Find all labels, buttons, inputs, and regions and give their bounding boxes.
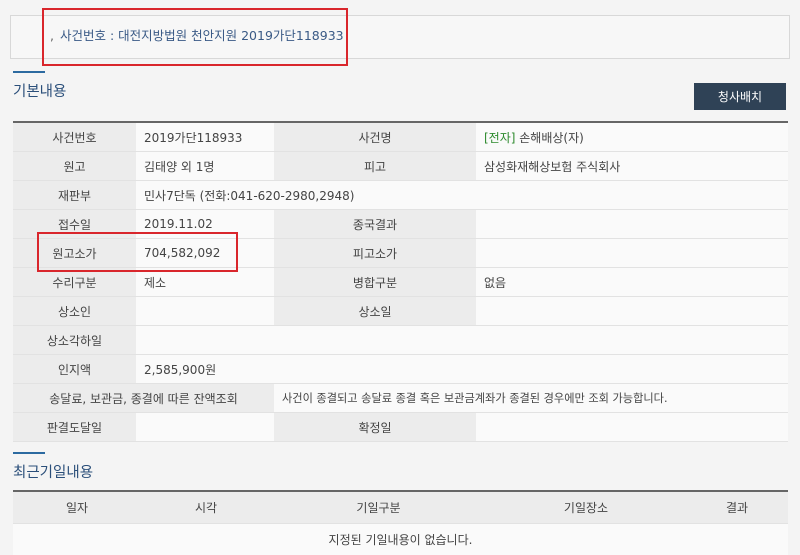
recent-schedule-table: 일자 시각 기일구분 기일장소 결과 지정된 기일내용이 없습니다.	[13, 490, 788, 555]
section-rule	[13, 452, 45, 454]
label-appeal-date: 상소일	[274, 297, 476, 326]
table-row: 사건번호 2019가단118933 사건명 [전자] 손해배상(자)	[13, 122, 788, 152]
table-row: 인지액 2,585,900원	[13, 355, 788, 384]
value-defendant: 삼성화재해상보험 주식회사	[476, 152, 788, 181]
col-time: 시각	[141, 491, 271, 524]
basic-section-title: 기본내용	[13, 80, 66, 101]
label-case-number: 사건번호	[13, 122, 136, 152]
label-final-result: 종국결과	[274, 210, 476, 239]
value-merge-type: 없음	[476, 268, 788, 297]
value-stamp-fee: 2,585,900원	[136, 355, 788, 384]
value-appellant	[136, 297, 274, 326]
value-final-result	[476, 210, 788, 239]
label-balance-inquiry: 송달료, 보관금, 종결에 따른 잔액조회	[13, 384, 274, 413]
label-appellant: 상소인	[13, 297, 136, 326]
label-appeal-dismissal-date: 상소각하일	[13, 326, 136, 355]
empty-message: 지정된 기일내용이 없습니다.	[13, 524, 788, 555]
table-row: 상소각하일	[13, 326, 788, 355]
value-defendant-claim-value	[476, 239, 788, 268]
highlight-box	[37, 232, 238, 272]
value-judgment-delivery-date	[136, 413, 274, 442]
electronic-tag: [전자]	[484, 131, 515, 145]
col-result: 결과	[686, 491, 788, 524]
value-appeal-date	[476, 297, 788, 326]
value-plaintiff: 김태양 외 1명	[136, 152, 274, 181]
court-layout-button[interactable]: 청사배치	[694, 83, 786, 110]
value-balance-inquiry: 사건이 종결되고 송달료 종결 혹은 보관금계좌가 종결된 경우에만 조회 가능…	[274, 384, 788, 413]
basic-info-table: 사건번호 2019가단118933 사건명 [전자] 손해배상(자) 원고 김태…	[13, 121, 788, 442]
recent-section-title: 최근기일내용	[13, 461, 93, 482]
section-rule	[13, 71, 45, 73]
label-stamp-fee: 인지액	[13, 355, 136, 384]
label-court-division: 재판부	[13, 181, 136, 210]
col-date: 일자	[13, 491, 141, 524]
table-row: 상소인 상소일	[13, 297, 788, 326]
value-court-division: 민사7단독 (전화:041-620-2980,2948)	[136, 181, 788, 210]
label-finalization-date: 확정일	[274, 413, 476, 442]
value-case-name: [전자] 손해배상(자)	[476, 122, 788, 152]
value-case-number: 2019가단118933	[136, 122, 274, 152]
table-row: 판결도달일 확정일	[13, 413, 788, 442]
col-schedule-type: 기일구분	[271, 491, 486, 524]
highlight-box	[42, 8, 348, 66]
value-appeal-dismissal-date	[136, 326, 788, 355]
table-header-row: 일자 시각 기일구분 기일장소 결과	[13, 491, 788, 524]
label-merge-type: 병합구분	[274, 268, 476, 297]
value-finalization-date	[476, 413, 788, 442]
label-case-name: 사건명	[274, 122, 476, 152]
table-row: 원고 김태양 외 1명 피고 삼성화재해상보험 주식회사	[13, 152, 788, 181]
table-row: 지정된 기일내용이 없습니다.	[13, 524, 788, 555]
label-defendant: 피고	[274, 152, 476, 181]
case-name-text: 손해배상(자)	[515, 131, 583, 145]
table-row: 송달료, 보관금, 종결에 따른 잔액조회 사건이 종결되고 송달료 종결 혹은…	[13, 384, 788, 413]
label-defendant-claim-value: 피고소가	[274, 239, 476, 268]
label-plaintiff: 원고	[13, 152, 136, 181]
label-judgment-delivery-date: 판결도달일	[13, 413, 136, 442]
table-row: 재판부 민사7단독 (전화:041-620-2980,2948)	[13, 181, 788, 210]
col-schedule-place: 기일장소	[486, 491, 686, 524]
